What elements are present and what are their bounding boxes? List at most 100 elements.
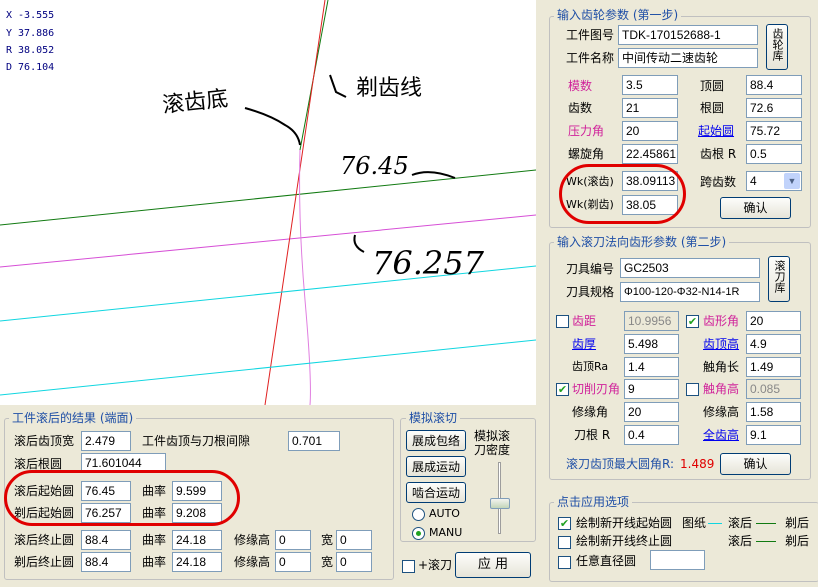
- pitch-label: 齿距: [572, 314, 597, 328]
- tip-ra-field[interactable]: 1.4: [624, 357, 679, 377]
- simulation-title: 模拟滚切: [406, 411, 461, 425]
- helix-angle-label: 螺旋角: [568, 147, 605, 161]
- legend-hob-line-2: [756, 541, 776, 542]
- helix-angle-field[interactable]: 22.45861: [622, 144, 678, 164]
- shave-end-field[interactable]: 88.4: [81, 552, 131, 572]
- tip-width-field[interactable]: 2.479: [81, 431, 131, 451]
- step2-confirm-button[interactable]: 确认: [720, 453, 791, 475]
- root-dia-label: 根圆: [700, 101, 725, 115]
- cut-angle-field[interactable]: 9: [624, 379, 679, 399]
- tip-ra-label: 齿顶Ra: [572, 360, 609, 373]
- mesh-motion-button[interactable]: 啮合运动: [406, 482, 466, 503]
- hob-end-curv-label: 曲率: [142, 533, 167, 547]
- profile-angle-checkbox[interactable]: ✔: [686, 315, 699, 328]
- gear-library-button[interactable]: 齿轮库: [766, 24, 788, 70]
- touch-height-label: 触角高: [703, 382, 740, 396]
- width-label-2: 宽: [321, 555, 334, 569]
- tip-height-field[interactable]: 4.9: [746, 334, 801, 354]
- tip-width-label: 滚后齿顶宽: [14, 434, 75, 448]
- gap-field[interactable]: 0.701: [288, 431, 340, 451]
- pitch-field[interactable]: 10.9956: [624, 311, 679, 331]
- thickness-field[interactable]: 5.498: [624, 334, 679, 354]
- legend-shave-1: 剃后: [785, 516, 810, 530]
- tip-dia-field[interactable]: 88.4: [746, 75, 802, 95]
- legend-shave-2: 剃后: [785, 534, 810, 548]
- pitch-checkbox[interactable]: [556, 315, 569, 328]
- hob-end-curv-field[interactable]: 24.18: [172, 530, 222, 550]
- shave-end-label: 剃后终止圆: [14, 555, 75, 569]
- trim-angle-field[interactable]: 20: [624, 402, 679, 422]
- legend-hob-1: 滚后: [728, 516, 753, 530]
- end-circle-option: 绘制新开线终止圆: [576, 534, 673, 548]
- span-teeth-select[interactable]: 4 ▼: [746, 171, 802, 191]
- tool-no-field[interactable]: GC2503: [620, 258, 760, 278]
- span-teeth-label: 跨齿数: [700, 175, 737, 189]
- blade-r-label: 刀根 R: [574, 428, 611, 442]
- tip-r-label: 齿根 R: [700, 147, 737, 161]
- handwritten-hob-label: 滚齿底: [161, 86, 230, 119]
- width-field-2[interactable]: 0: [336, 552, 372, 572]
- apply-title: 点击应用选项: [554, 495, 633, 509]
- drawing-canvas[interactable]: X -3.555 Y 37.886 R 38.052 D 76.104 滚齿底 …: [0, 0, 536, 405]
- module-label: 模数: [568, 79, 593, 93]
- root-dia-field[interactable]: 72.6: [746, 98, 802, 118]
- part-name-field[interactable]: 中间传动二速齿轮: [618, 48, 758, 68]
- touch-height-field[interactable]: 0.085: [746, 379, 801, 399]
- trim-height-field[interactable]: 1.58: [746, 402, 801, 422]
- highlight-ellipse-wk: [559, 164, 686, 224]
- hob-end-field[interactable]: 88.4: [81, 530, 131, 550]
- any-diameter-field[interactable]: [650, 550, 705, 570]
- full-tip-link[interactable]: 全齿高: [703, 426, 739, 444]
- end-circle-checkbox[interactable]: [558, 536, 571, 549]
- legend-drawing-line: [708, 523, 722, 524]
- hob-library-button[interactable]: 滚刀库: [768, 256, 790, 302]
- legend-title: 图纸: [682, 516, 707, 530]
- readout-d: D 76.104: [6, 62, 55, 73]
- step1-confirm-button[interactable]: 确认: [720, 197, 791, 219]
- generate-motion-button[interactable]: 展成运动: [406, 456, 466, 477]
- module-field[interactable]: 3.5: [622, 75, 678, 95]
- full-tip-field[interactable]: 9.1: [746, 425, 801, 445]
- tip-r-field[interactable]: 0.5: [746, 144, 802, 164]
- density-label: 模拟滚刀密度: [474, 429, 511, 457]
- touch-height-checkbox[interactable]: [686, 383, 699, 396]
- shave-end-curv-field[interactable]: 24.18: [172, 552, 222, 572]
- handwritten-value-b: 76.257: [372, 244, 484, 282]
- pressure-angle-field[interactable]: 20: [622, 121, 678, 141]
- thickness-link[interactable]: 齿厚: [572, 335, 596, 353]
- hob-end-label: 滚后终止圆: [14, 533, 75, 547]
- teeth-field[interactable]: 21: [622, 98, 678, 118]
- tool-spec-label: 刀具规格: [566, 285, 615, 299]
- tool-spec-field[interactable]: Φ100-120-Φ32-N14-1R: [620, 282, 760, 302]
- trim-height-label: 修缘高: [703, 405, 740, 419]
- any-diameter-checkbox[interactable]: [558, 556, 571, 569]
- part-name-label: 工件名称: [566, 51, 615, 65]
- generate-envelope-button[interactable]: 展成包络: [406, 430, 466, 451]
- pressure-angle-label: 压力角: [568, 124, 605, 138]
- drawing-no-field[interactable]: TDK-170152688-1: [618, 25, 758, 45]
- start-circle-link[interactable]: 起始圆: [698, 122, 734, 140]
- apply-button[interactable]: 应 用: [455, 552, 531, 578]
- blade-r-field[interactable]: 0.4: [624, 425, 679, 445]
- handwritten-value-a: 76.45: [340, 152, 409, 180]
- results-title: 工件滚后的结果 (端面): [9, 411, 137, 425]
- manu-radio[interactable]: [412, 527, 425, 540]
- drawing-no-label: 工件图号: [566, 28, 615, 42]
- trim-h-field-1[interactable]: 0: [275, 530, 311, 550]
- start-circle-checkbox[interactable]: ✔: [558, 517, 571, 530]
- shave-end-curv-label: 曲率: [142, 555, 167, 569]
- width-field-1[interactable]: 0: [336, 530, 372, 550]
- step2-title: 输入滚刀法向齿形参数 (第二步): [554, 235, 730, 249]
- auto-radio[interactable]: [412, 508, 425, 521]
- cut-angle-checkbox[interactable]: ✔: [556, 383, 569, 396]
- touch-length-field[interactable]: 1.49: [746, 357, 801, 377]
- trim-h-field-2[interactable]: 0: [275, 552, 311, 572]
- start-circle-field[interactable]: 75.72: [746, 121, 802, 141]
- start-circle-option: 绘制新开线起始圆: [576, 516, 673, 530]
- hob-checkbox[interactable]: [402, 560, 415, 573]
- profile-angle-field[interactable]: 20: [746, 311, 801, 331]
- gap-label: 工件齿顶与刀根间隙: [142, 434, 251, 448]
- tip-height-link[interactable]: 齿顶高: [703, 335, 739, 353]
- density-slider-thumb[interactable]: [490, 498, 510, 509]
- tool-no-label: 刀具编号: [566, 262, 615, 276]
